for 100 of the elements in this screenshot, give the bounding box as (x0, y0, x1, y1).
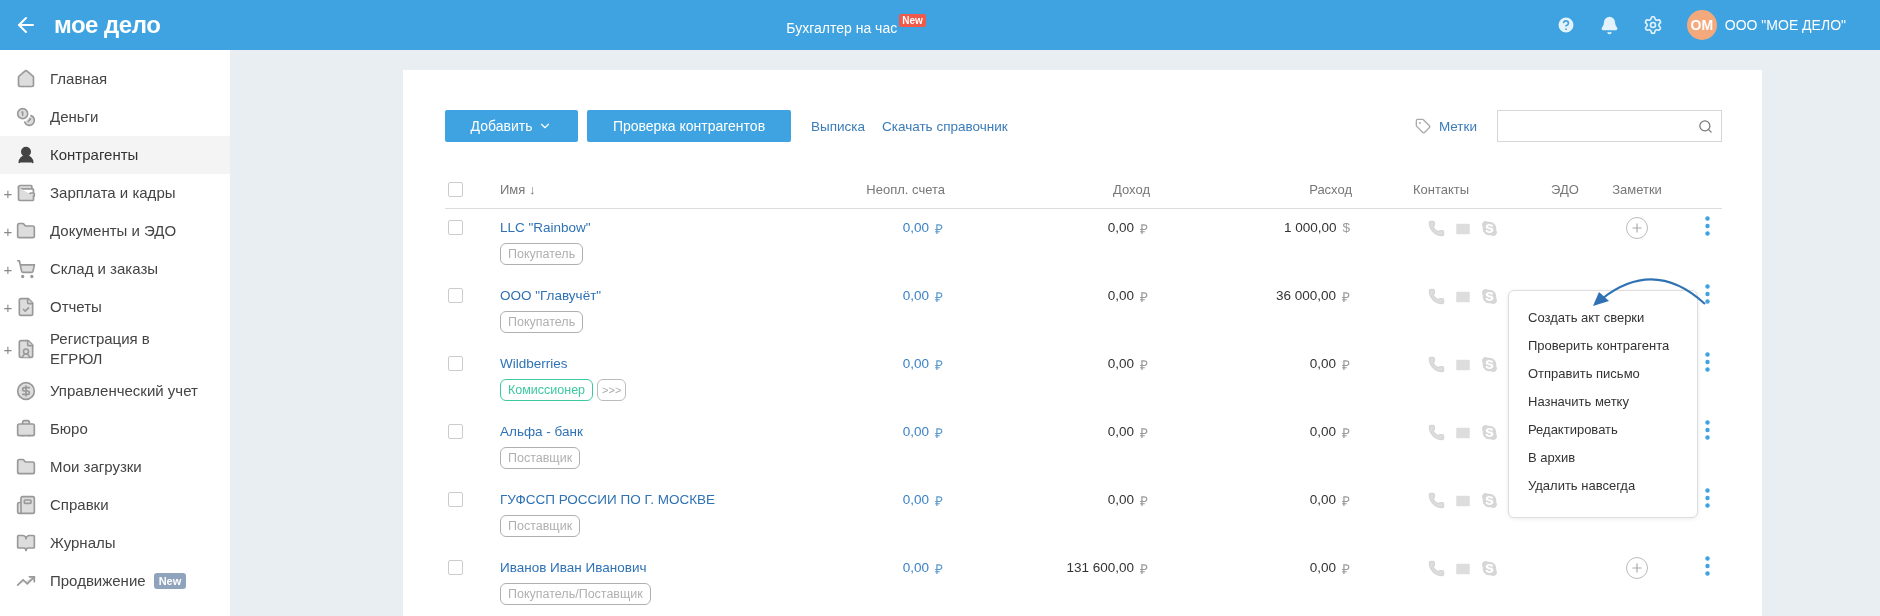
contractor-tag: Комиссионер (500, 379, 594, 401)
mail-icon[interactable] (1454, 288, 1472, 306)
phone-icon[interactable] (1428, 220, 1445, 238)
column-header: Заметки (1612, 182, 1662, 197)
messenger-icon[interactable] (1481, 492, 1498, 510)
toolbar-link[interactable]: Скачать справочник (882, 118, 1008, 134)
search-icon[interactable] (1698, 118, 1713, 134)
row-checkbox[interactable] (448, 288, 463, 303)
help-icon[interactable] (1555, 15, 1576, 35)
more-icon[interactable] (1705, 216, 1710, 236)
more-icon[interactable] (1705, 420, 1710, 440)
more-icon[interactable] (1705, 284, 1710, 304)
briefcase-icon (16, 419, 36, 439)
sidebar-item[interactable]: Главная (0, 60, 230, 98)
sidebar-item[interactable]: + Отчеты (0, 288, 230, 326)
contractor-tag: Поставщик (500, 515, 581, 537)
sidebar-item[interactable]: + Зарплата и кадры (0, 174, 230, 212)
amount: 0,00 (902, 356, 929, 373)
currency-sign: ₽ (1342, 561, 1350, 578)
contractor-name[interactable]: LLC "Rainbow" (500, 220, 800, 235)
sidebar-item[interactable]: + Документы и ЭДО (0, 212, 230, 250)
select-all-checkbox[interactable] (448, 182, 463, 197)
row-checkbox[interactable] (448, 356, 463, 371)
contractor-name[interactable]: ГУФССП РОССИИ ПО Г. МОСКВЕ (500, 492, 800, 507)
sidebar-item[interactable]: Продвижение New (0, 562, 230, 600)
mail-icon[interactable] (1454, 560, 1472, 578)
amount: 0,00 (1309, 492, 1336, 509)
sidebar-item[interactable]: Бюро (0, 410, 230, 448)
phone-icon[interactable] (1428, 560, 1445, 578)
contractor-name[interactable]: Иванов Иван Иванович (500, 560, 800, 575)
sidebar-label: Отчеты (50, 297, 102, 317)
mail-icon[interactable] (1454, 424, 1472, 442)
currency-sign: ₽ (1140, 221, 1148, 238)
sidebar-label: Мои загрузки (50, 457, 142, 477)
sidebar-item[interactable]: + Склад и заказы (0, 250, 230, 288)
menu-item[interactable]: В архив (1509, 447, 1697, 475)
sidebar-label: Главная (50, 69, 108, 89)
column-header: ЭДО (1551, 182, 1579, 197)
phone-icon[interactable] (1428, 356, 1445, 374)
settings-icon[interactable] (1642, 15, 1663, 35)
folder-icon (16, 221, 36, 241)
menu-item[interactable]: Редактировать (1509, 419, 1697, 447)
amount: 0,00 (1107, 424, 1134, 441)
currency-sign: ₽ (1140, 289, 1148, 306)
tags-link[interactable]: Метки (1414, 118, 1477, 134)
contractor-name[interactable]: ООО "Главучёт" (500, 288, 800, 303)
mail-icon[interactable] (1454, 356, 1472, 374)
menu-item[interactable]: Создать акт сверки (1509, 307, 1697, 335)
sidebar-item[interactable]: Журналы (0, 524, 230, 562)
currency-sign: ₽ (1342, 425, 1350, 442)
amount: 0,00 (902, 492, 929, 509)
messenger-icon[interactable] (1481, 288, 1498, 306)
phone-icon[interactable] (1428, 424, 1445, 442)
toolbar-link[interactable]: Выписка (811, 118, 866, 134)
phone-icon[interactable] (1428, 492, 1445, 510)
currency-sign: ₽ (935, 289, 943, 306)
messenger-icon[interactable] (1481, 560, 1498, 578)
more-icon[interactable] (1705, 488, 1710, 508)
sidebar-label: Контрагенты (50, 145, 139, 165)
sidebar-item[interactable]: Контрагенты (0, 136, 230, 174)
currency-sign: ₽ (935, 357, 943, 374)
menu-item[interactable]: Проверить контрагента (1509, 335, 1697, 363)
mail-icon[interactable] (1454, 492, 1472, 510)
phone-icon[interactable] (1428, 288, 1445, 306)
home-icon (16, 69, 36, 89)
contractor-name[interactable]: Wildberries (500, 356, 800, 371)
contractor-tag: Покупатель (500, 311, 584, 333)
amount: 0,00 (902, 560, 929, 577)
menu-item[interactable]: Отправить письмо (1509, 363, 1697, 391)
sidebar-item[interactable]: + Регистрация в ЕГРЮЛ (0, 326, 230, 372)
more-icon[interactable] (1705, 556, 1710, 576)
amount: 0,00 (902, 220, 929, 237)
currency-sign: ₽ (935, 561, 943, 578)
sidebar-label: Управленческий учет (50, 381, 198, 401)
tag-icon (1414, 118, 1431, 134)
sidebar-item[interactable]: Управленческий учет (0, 372, 230, 410)
row-checkbox[interactable] (448, 560, 463, 575)
add-note-button[interactable] (1626, 557, 1648, 579)
sidebar-item[interactable]: Справки (0, 486, 230, 524)
contractor-name[interactable]: Альфа - банк (500, 424, 800, 439)
sidebar-item[interactable]: Деньги (0, 98, 230, 136)
menu-item[interactable]: Удалить навсегда (1509, 475, 1697, 503)
search-field[interactable] (1497, 110, 1722, 142)
messenger-icon[interactable] (1481, 356, 1498, 374)
amount: 0,00 (1107, 288, 1134, 305)
row-checkbox[interactable] (448, 424, 463, 439)
more-icon[interactable] (1705, 352, 1710, 372)
logo: мое дело (54, 11, 161, 39)
menu-item[interactable]: Назначить метку (1509, 391, 1697, 419)
messenger-icon[interactable] (1481, 220, 1498, 238)
row-checkbox[interactable] (448, 492, 463, 507)
bell-icon[interactable] (1599, 15, 1619, 35)
amount: 1 000,00 (1283, 220, 1337, 235)
mail-icon[interactable] (1454, 220, 1472, 238)
sidebar-item[interactable]: Мои загрузки (0, 448, 230, 486)
add-note-button[interactable] (1626, 217, 1648, 239)
currency-sign: ₽ (1342, 493, 1350, 510)
currency-sign: ₽ (1140, 561, 1148, 578)
row-checkbox[interactable] (448, 220, 463, 235)
messenger-icon[interactable] (1481, 424, 1498, 442)
